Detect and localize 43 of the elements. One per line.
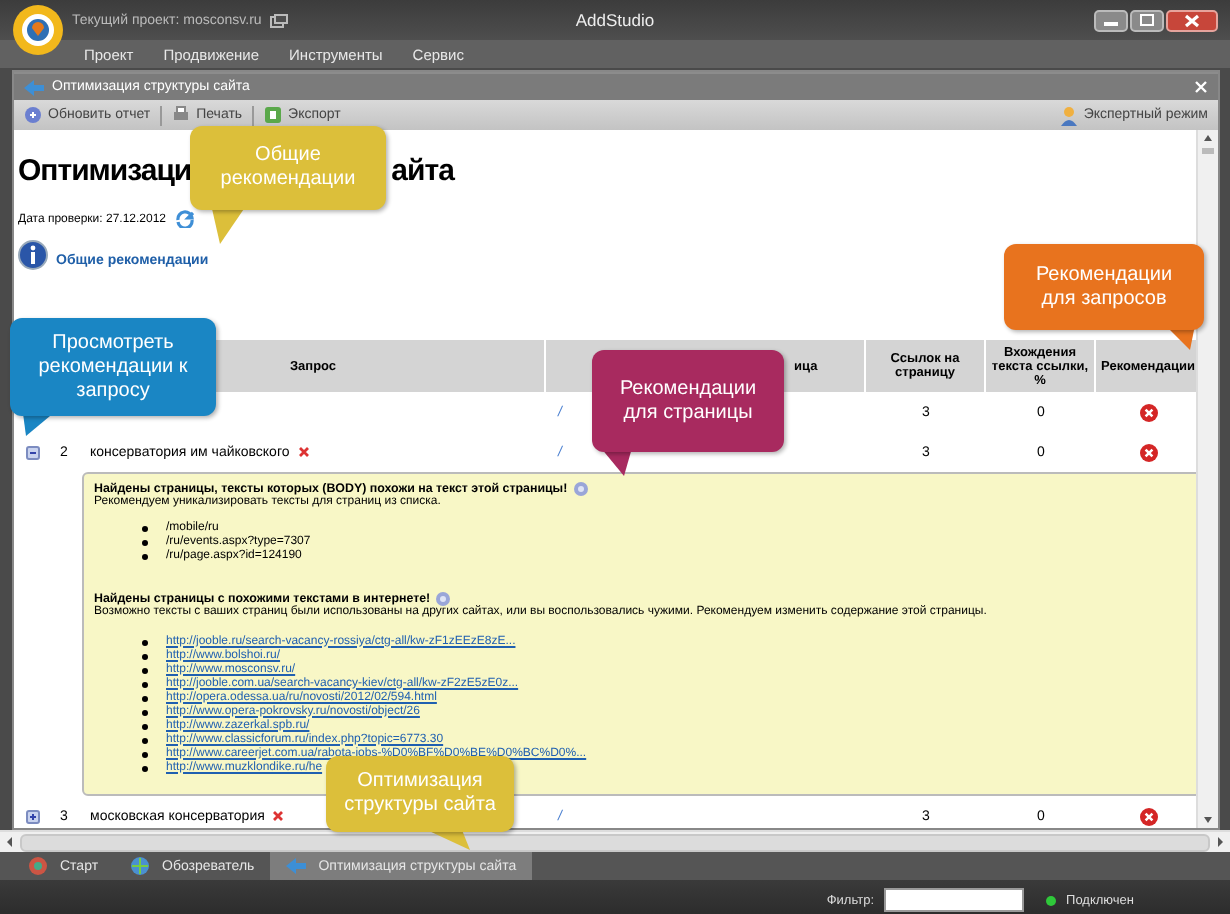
expand-icon[interactable] bbox=[26, 809, 40, 823]
maximize-button[interactable] bbox=[1130, 9, 1164, 31]
callout: Рекомендации для запросов bbox=[1004, 244, 1204, 330]
delete-icon[interactable] bbox=[297, 446, 310, 458]
scroll-left-icon[interactable] bbox=[4, 834, 16, 850]
bullet bbox=[142, 723, 148, 729]
spreadsheet-icon bbox=[264, 106, 283, 124]
collapse-icon[interactable] bbox=[26, 445, 40, 459]
person-icon bbox=[1059, 105, 1078, 125]
globe-icon bbox=[130, 856, 151, 876]
start-icon bbox=[28, 856, 48, 876]
close-icon[interactable] bbox=[1194, 80, 1208, 94]
copy-icon[interactable] bbox=[269, 13, 288, 27]
bullet bbox=[142, 653, 148, 659]
arrow-icon bbox=[24, 79, 44, 95]
arrow-icon bbox=[286, 856, 307, 876]
bullet bbox=[142, 751, 148, 757]
help-icon bbox=[573, 482, 588, 496]
callout: Рекомендации для страницы bbox=[592, 350, 784, 452]
scroll-thumb[interactable] bbox=[1202, 148, 1214, 154]
help-icon bbox=[436, 591, 451, 605]
scroll-right-icon[interactable] bbox=[1214, 834, 1226, 850]
bullet bbox=[142, 526, 148, 532]
bullet bbox=[142, 639, 148, 645]
report-title: Оптимизаци bbox=[18, 153, 192, 187]
minimize-button[interactable] bbox=[1094, 9, 1128, 31]
bullet bbox=[142, 667, 148, 673]
callout: Общие рекомендации bbox=[190, 126, 386, 210]
bullet bbox=[142, 709, 148, 715]
close-button[interactable] bbox=[1166, 9, 1218, 31]
bullet bbox=[142, 554, 148, 560]
bullet bbox=[142, 765, 148, 771]
bullet bbox=[142, 695, 148, 701]
bullet bbox=[142, 737, 148, 743]
report-title: айта bbox=[391, 153, 454, 187]
scroll-thumb[interactable] bbox=[20, 833, 1210, 851]
bullet bbox=[142, 540, 148, 546]
printer-icon bbox=[172, 106, 191, 124]
window-title: AddStudio bbox=[575, 10, 655, 30]
bullet bbox=[142, 681, 148, 687]
delete-icon[interactable] bbox=[272, 810, 285, 822]
callout: Просмотреть рекомендации к запросу bbox=[10, 318, 216, 416]
filter-field[interactable] bbox=[884, 888, 1025, 912]
